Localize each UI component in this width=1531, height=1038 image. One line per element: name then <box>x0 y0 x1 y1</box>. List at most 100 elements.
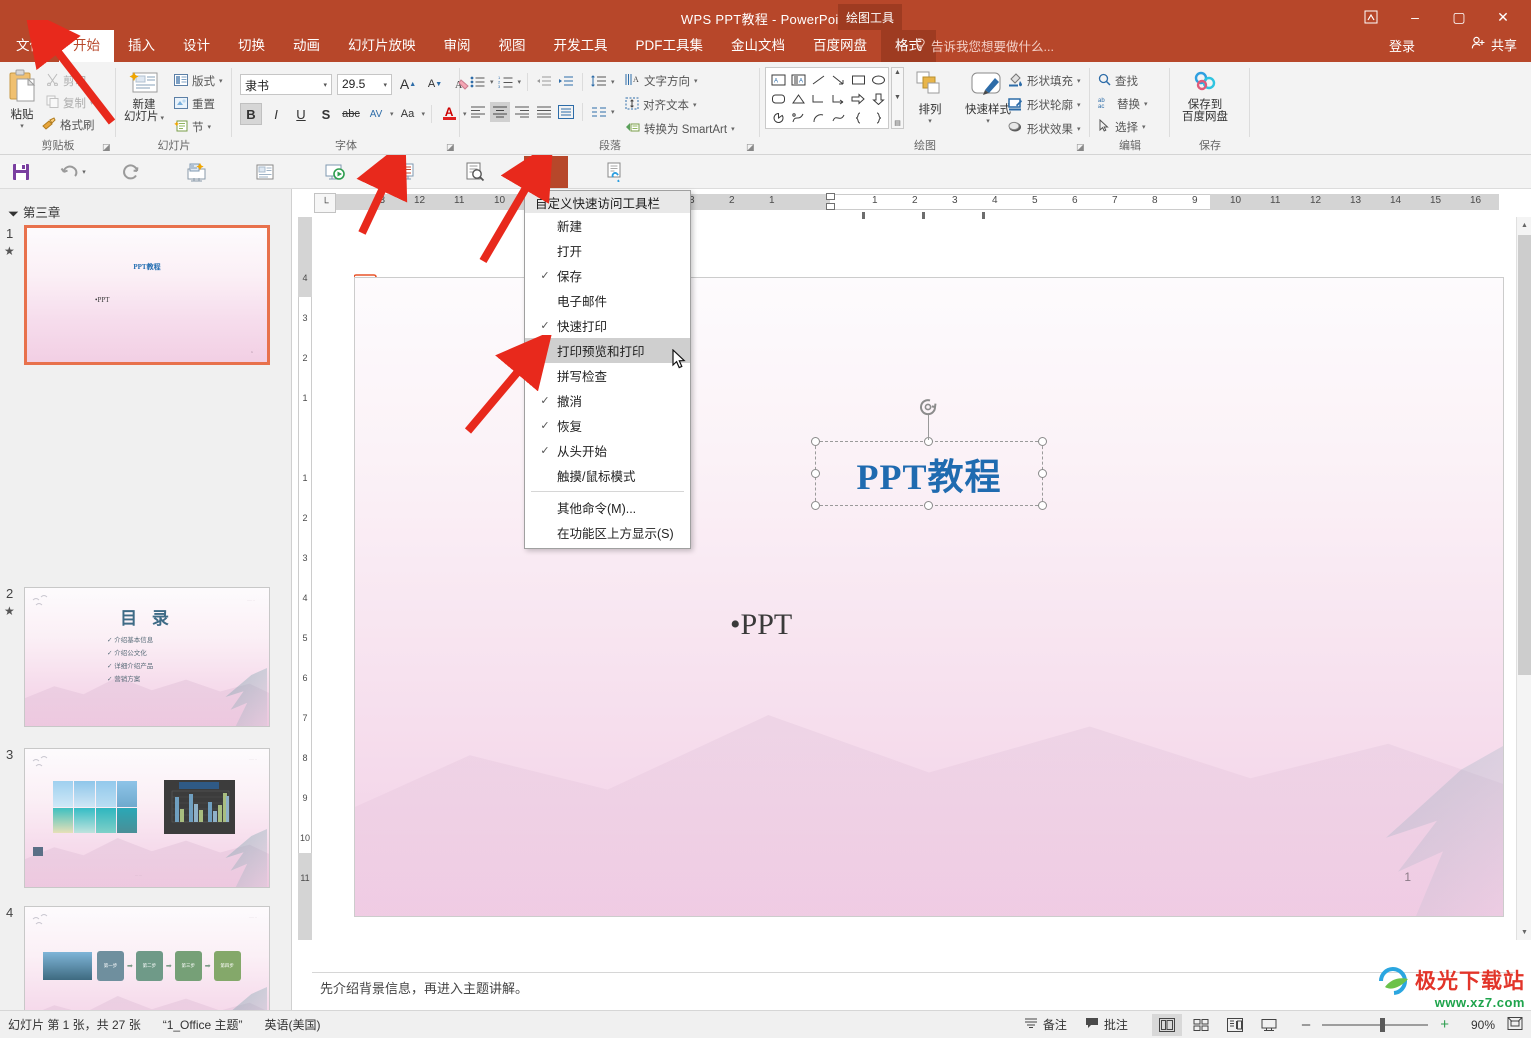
clipboard-dialog-launcher[interactable]: ◪ <box>102 142 112 152</box>
zoom-slider[interactable] <box>1322 1017 1429 1032</box>
slide-thumbnail-3[interactable]: ······· ······ <box>24 748 270 888</box>
title-text[interactable]: PPT教程 <box>857 448 1002 500</box>
qat-menu-item-quick-print[interactable]: ✓ 快速打印 <box>525 313 690 338</box>
thumbnail-frame[interactable]: ······· 第一步 ➡ 第二步 ➡ 第三步 ➡ 第四步 ······ <box>24 906 270 1010</box>
distribute-icon[interactable] <box>556 102 576 122</box>
justify-icon[interactable] <box>534 102 554 122</box>
select-button[interactable]: 选择 ▾ <box>1098 116 1146 138</box>
view-slideshow-icon[interactable] <box>1254 1014 1284 1036</box>
maximize-button[interactable]: ▢ <box>1437 4 1481 30</box>
qat-menu-item-show-above-ribbon[interactable]: 在功能区上方显示(S) <box>525 520 690 545</box>
qat-menu-item-redo[interactable]: ✓ 恢复 <box>525 413 690 438</box>
slide-thumbnail-2[interactable]: ······· 目 录 ✓ 介绍基本信息 ✓ 介绍公文化 ✓ 详细介绍产品 ✓ … <box>24 587 270 727</box>
theme-name[interactable]: “1_Office 主题” <box>163 1016 243 1033</box>
tab-pdf-tools[interactable]: PDF工具集 <box>622 30 718 62</box>
shape-curve-icon[interactable] <box>828 108 848 127</box>
undo-icon[interactable]: ▾ <box>60 159 86 185</box>
hyperlink-icon[interactable] <box>602 159 628 185</box>
resize-handle-s[interactable] <box>924 501 933 510</box>
minimize-button[interactable]: – <box>1393 4 1437 30</box>
resize-handle-w[interactable] <box>811 468 820 478</box>
shapes-more-icon[interactable]: ▤ <box>894 119 901 127</box>
align-text-caret-icon[interactable]: ▾ <box>693 101 697 109</box>
tab-animations[interactable]: 动画 <box>279 30 334 62</box>
layout-caret-icon[interactable]: ▾ <box>219 77 223 85</box>
shape-rectangle-icon[interactable] <box>848 70 868 89</box>
print-preview-icon[interactable] <box>462 159 488 185</box>
character-spacing-caret-icon[interactable]: ▾ <box>390 110 394 118</box>
horizontal-ruler[interactable]: 13 12 11 10 9 3 2 1 1 2 3 4 5 6 7 8 9 10… <box>314 193 1499 219</box>
text-direction-caret-icon[interactable]: ▾ <box>694 77 698 85</box>
resize-handle-e[interactable] <box>1038 468 1047 478</box>
font-size-combo[interactable]: 29.5 ▾ <box>337 73 392 95</box>
tab-file[interactable]: 文件 <box>0 30 59 62</box>
resize-handle-sw[interactable] <box>811 501 820 510</box>
title-placeholder[interactable]: PPT教程 <box>811 399 1047 510</box>
shape-rounded-rect-icon[interactable] <box>768 89 788 108</box>
view-reading-icon[interactable] <box>1220 1014 1250 1036</box>
arrange-caret-icon[interactable]: ▾ <box>928 117 932 125</box>
copy-button[interactable]: 复制 ▾ <box>46 92 94 114</box>
zoom-slider-knob[interactable] <box>1380 1017 1386 1032</box>
tab-stop[interactable] <box>862 212 865 219</box>
close-button[interactable]: ✕ <box>1481 4 1525 30</box>
shape-textbox-icon[interactable]: A <box>768 70 788 89</box>
thumbnail-frame[interactable]: ······· 目 录 ✓ 介绍基本信息 ✓ 介绍公文化 ✓ 详细介绍产品 ✓ … <box>24 587 270 727</box>
shapes-scroll-up-icon[interactable]: ▲ <box>894 69 901 76</box>
body-text[interactable]: •PPT <box>730 608 792 642</box>
align-right-icon[interactable] <box>512 102 532 122</box>
hanging-indent-marker[interactable] <box>826 203 835 210</box>
shape-line-icon[interactable] <box>808 70 828 89</box>
shape-down-arrow-icon[interactable] <box>868 89 888 108</box>
section-header[interactable]: ◢ 第三章 <box>8 202 61 221</box>
resize-handle-se[interactable] <box>1038 501 1047 510</box>
tab-stop-type-button[interactable]: └ <box>314 193 336 213</box>
tell-me-box[interactable]: 告诉我您想要做什么... <box>915 36 1054 55</box>
new-slide-caret-icon[interactable]: ▾ <box>159 115 164 122</box>
language-indicator[interactable]: 英语(美国) <box>265 1016 321 1033</box>
undo-caret-icon[interactable]: ▾ <box>82 168 86 176</box>
zoom-out-button[interactable]: – <box>1302 1016 1310 1033</box>
numbering-caret-icon[interactable]: ▾ <box>518 78 522 86</box>
quick-styles-button[interactable]: 快速样式 ▾ <box>965 70 1011 125</box>
slide-thumbnail-panel[interactable]: ◢ 第三章 1 ★ PPT教程 •PPT 1 2 ★ ······· 目 录 ✓… <box>0 189 292 1010</box>
qat-menu-item-more-commands[interactable]: 其他命令(M)... <box>525 495 690 520</box>
view-slide-sorter-icon[interactable] <box>1186 1014 1216 1036</box>
columns-caret-icon[interactable]: ▾ <box>611 108 615 116</box>
notes-pane[interactable]: 先介绍背景信息，再进入主题讲解。 <box>312 972 1515 1002</box>
fit-to-window-icon[interactable] <box>1507 1016 1523 1034</box>
select-caret-icon[interactable]: ▾ <box>1142 123 1146 131</box>
decrease-font-size-button[interactable]: A ▼ <box>424 73 446 95</box>
change-case-caret-icon[interactable]: ▾ <box>422 110 426 118</box>
tab-slideshow[interactable]: 幻灯片放映 <box>334 30 430 62</box>
ribbon-display-options-icon[interactable] <box>1349 4 1393 30</box>
line-spacing-icon[interactable] <box>589 72 609 92</box>
notes-button[interactable]: 备注 <box>1024 1016 1067 1033</box>
slideshow-icon[interactable] <box>322 159 348 185</box>
shape-right-brace-icon[interactable] <box>868 108 888 127</box>
comments-button[interactable]: 批注 <box>1085 1016 1128 1033</box>
shape-pie-icon[interactable] <box>768 108 788 127</box>
format-painter-button[interactable]: 格式刷 <box>42 114 95 136</box>
align-center-icon[interactable] <box>490 102 510 122</box>
tab-home[interactable]: 开始 <box>59 30 114 62</box>
text-direction-button[interactable]: A 文字方向 ▾ <box>625 70 698 92</box>
replace-caret-icon[interactable]: ▾ <box>1144 100 1148 108</box>
quick-styles-caret-icon[interactable]: ▾ <box>986 117 990 125</box>
slide-counter[interactable]: 幻灯片 第 1 张，共 27 张 <box>8 1016 141 1033</box>
signin-button[interactable]: 登录 <box>1389 36 1415 55</box>
save-to-baidu-button[interactable]: 保存到 百度网盘 <box>1182 70 1228 123</box>
tab-design[interactable]: 设计 <box>169 30 224 62</box>
tab-kingsoft-docs[interactable]: 金山文档 <box>717 30 799 62</box>
start-from-beginning-icon[interactable] <box>184 159 210 185</box>
shape-triangle-icon[interactable] <box>788 89 808 108</box>
convert-smartart-caret-icon[interactable]: ▾ <box>731 125 735 133</box>
shape-outline-button[interactable]: 形状轮廓 ▾ <box>1008 94 1081 116</box>
resize-handle-ne[interactable] <box>1038 437 1047 446</box>
font-color-button[interactable]: A <box>438 103 460 125</box>
resize-handle-nw[interactable] <box>811 437 820 446</box>
tab-stop[interactable] <box>922 212 925 219</box>
align-text-button[interactable]: 对齐文本 ▾ <box>625 94 697 116</box>
customize-qat-menu[interactable]: 自定义快速访问工具栏 新建 打开 ✓ 保存 电子邮件 ✓ 快速打印 ✓ 打印预览… <box>524 190 691 549</box>
tab-review[interactable]: 审阅 <box>430 30 485 62</box>
